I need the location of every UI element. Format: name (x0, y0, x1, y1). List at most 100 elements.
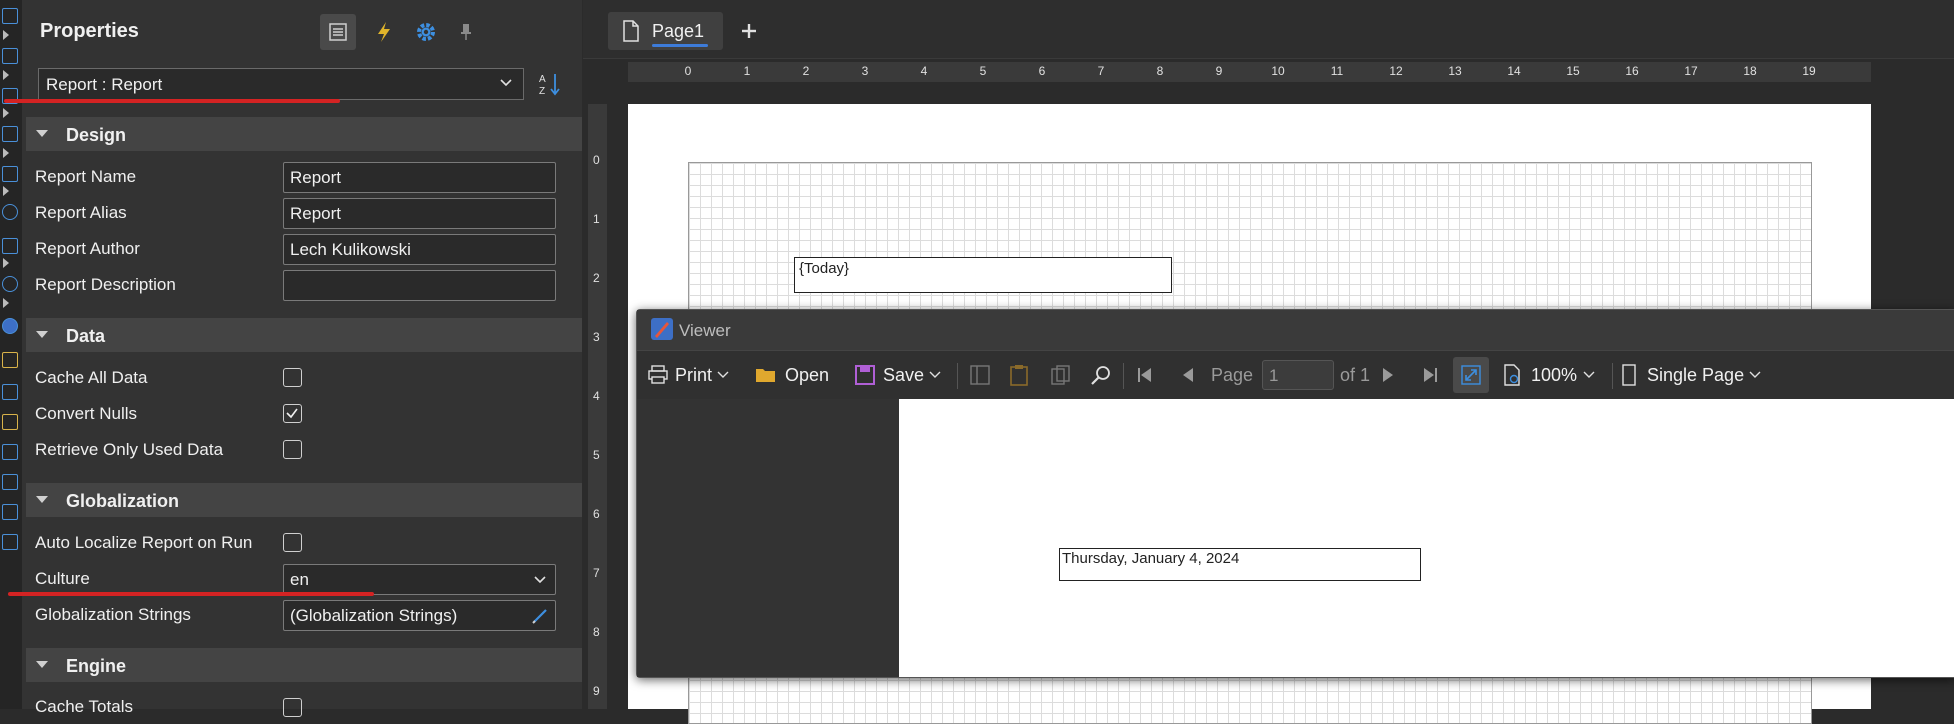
clipboard-icon (1010, 365, 1028, 386)
properties-header: Properties (22, 0, 582, 62)
bookmarks-button[interactable] (969, 351, 991, 399)
next-page-icon (1383, 368, 1393, 382)
sub-report-component-icon[interactable] (2, 384, 18, 400)
data-band-component-icon[interactable] (2, 474, 18, 490)
expand-arrow-icon[interactable] (3, 258, 9, 268)
expand-arrow-icon[interactable] (3, 30, 9, 40)
previous-page-button[interactable] (1181, 351, 1195, 399)
page-number-input[interactable]: 1 (1262, 360, 1334, 390)
ruler-h-tick: 7 (1097, 64, 1105, 78)
pin-button[interactable] (448, 14, 484, 50)
edit-pencil-icon[interactable] (531, 607, 549, 625)
save-button[interactable]: Save (855, 351, 941, 399)
chevron-down-icon (929, 371, 941, 378)
category-engine[interactable]: Engine (26, 648, 582, 682)
page-icon (623, 20, 639, 42)
list-icon (329, 23, 347, 41)
viewer-body: Thursday, January 4, 2024 (637, 399, 1954, 677)
chart-component-icon[interactable] (2, 238, 18, 254)
viewer-window[interactable]: Viewer Print Open Save Page 1 of 1 100% … (636, 309, 1954, 678)
parameters-button[interactable] (1009, 351, 1029, 399)
today-text-component[interactable]: {Today} (794, 257, 1172, 293)
expand-arrow-icon[interactable] (3, 298, 9, 308)
ruler-v-tick: 2 (593, 271, 600, 285)
today-text: {Today} (799, 260, 850, 277)
culture-select[interactable]: en (283, 564, 556, 595)
save-label: Save (883, 364, 925, 385)
auto-localize-checkbox[interactable] (283, 533, 302, 552)
barcode-component-icon[interactable] (2, 166, 18, 182)
toolbar-separator (1123, 363, 1124, 389)
plus-icon (742, 24, 756, 38)
add-page-button[interactable] (733, 15, 765, 47)
culture-label: Culture (35, 569, 90, 588)
ruler-h-tick: 8 (1156, 64, 1164, 78)
category-globalization[interactable]: Globalization (26, 483, 582, 517)
printer-icon (648, 365, 668, 384)
table-component-icon-2[interactable] (2, 534, 18, 550)
ruler-h-tick: 12 (1389, 64, 1403, 78)
expand-arrow-icon[interactable] (3, 148, 9, 158)
expand-arrow-icon[interactable] (3, 70, 9, 80)
ruler-h-tick: 10 (1271, 64, 1285, 78)
expand-arrow-icon[interactable] (3, 186, 9, 196)
single-page-icon (1622, 364, 1636, 386)
print-button[interactable]: Print (647, 351, 729, 399)
lightning-icon (378, 22, 390, 42)
page-component-icon[interactable] (2, 504, 18, 520)
globalization-strings-input[interactable]: (Globalization Strings) (283, 600, 556, 631)
table-component-icon[interactable] (2, 48, 18, 64)
first-page-button[interactable] (1137, 351, 1153, 399)
vertical-ruler: 0 1 2 3 4 5 6 7 8 9 (588, 104, 607, 709)
sort-alphabetical-button[interactable]: A Z (534, 68, 566, 100)
expand-arrow-icon[interactable] (3, 108, 9, 118)
settings-button[interactable] (408, 14, 444, 50)
panel-component-icon[interactable] (2, 352, 18, 368)
container-component-icon[interactable] (2, 444, 18, 460)
full-screen-button[interactable] (1453, 357, 1489, 393)
last-page-button[interactable] (1422, 351, 1438, 399)
ruler-h-tick: 15 (1566, 64, 1580, 78)
gauge-component-icon[interactable] (2, 276, 18, 292)
svg-text:Z: Z (539, 86, 545, 97)
text-component-icon[interactable] (2, 126, 18, 142)
ruler-h-tick: 16 (1625, 64, 1639, 78)
ruler-h-tick: 1 (743, 64, 751, 78)
cache-all-data-checkbox[interactable] (283, 368, 302, 387)
thumbnails-button[interactable] (1050, 351, 1072, 399)
ruler-v-tick: 6 (593, 507, 600, 521)
report-component-icon[interactable] (2, 8, 18, 24)
category-data-label: Data (66, 326, 106, 346)
zoom-dropdown[interactable]: 100% (1503, 351, 1595, 399)
cache-totals-checkbox[interactable] (283, 698, 302, 717)
report-name-input[interactable]: Report (283, 162, 556, 193)
next-page-button[interactable] (1381, 351, 1395, 399)
horizontal-ruler: 0 1 2 3 4 5 6 7 8 9 10 11 12 13 14 15 16 17 18 19 (628, 62, 1871, 82)
viewer-title-bar[interactable]: Viewer (637, 310, 1954, 350)
open-button[interactable]: Open (755, 351, 829, 399)
ruler-h-tick: 3 (861, 64, 869, 78)
report-alias-input[interactable]: Report (283, 198, 556, 229)
ruler-h-tick: 6 (1038, 64, 1046, 78)
globalization-strings-label: Globalization Strings (35, 605, 191, 624)
tab-page1-label: Page1 (652, 21, 705, 41)
map-component-icon[interactable] (2, 318, 18, 334)
properties-tab-button[interactable] (320, 14, 356, 50)
view-mode-dropdown[interactable]: Single Page (1621, 351, 1761, 399)
report-description-input[interactable] (283, 270, 556, 301)
report-author-input[interactable]: Lech Kulikowski (283, 234, 556, 265)
shape-component-icon[interactable] (2, 204, 18, 220)
retrieve-only-used-checkbox[interactable] (283, 440, 302, 459)
convert-nulls-checkbox[interactable] (283, 404, 302, 423)
find-button[interactable] (1090, 351, 1112, 399)
rendered-page: Thursday, January 4, 2024 (899, 399, 1954, 677)
category-data[interactable]: Data (26, 318, 582, 352)
events-tab-button[interactable] (366, 14, 402, 50)
object-selector[interactable]: Report : Report (38, 68, 524, 100)
category-design[interactable]: Design (26, 117, 582, 151)
ruler-h-tick: 0 (684, 64, 692, 78)
tab-page1[interactable]: Page1 (608, 12, 723, 50)
cross-tab-component-icon[interactable] (2, 414, 18, 430)
ruler-v-tick: 1 (593, 212, 600, 226)
expand-icon (1461, 365, 1481, 385)
